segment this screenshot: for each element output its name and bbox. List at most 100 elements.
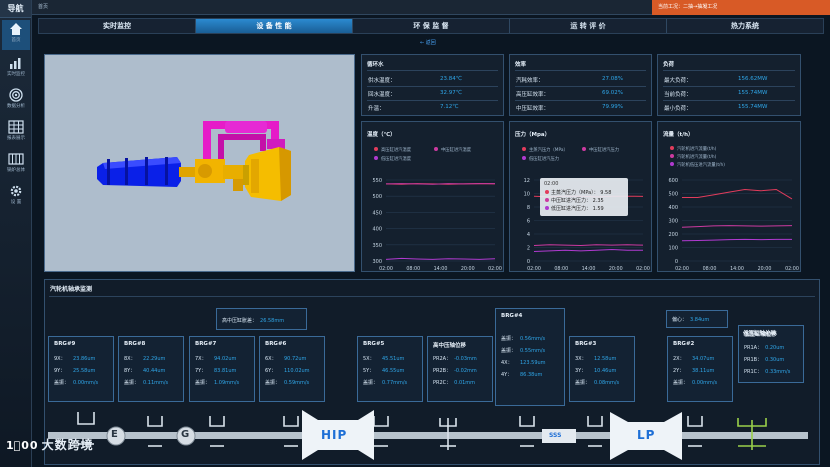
sidebar-item-boiler[interactable]: 锅炉总体 <box>2 150 30 180</box>
bearing-label: 2X： <box>673 356 685 362</box>
series-line <box>681 225 793 228</box>
sidebar-item-label: 锅炉总体 <box>7 168 25 173</box>
bearing-label: 盖振： <box>575 380 591 386</box>
bearing-value: 0.77mm/s <box>382 380 408 386</box>
y-tick-label: 350 <box>372 243 382 249</box>
x-tick-label: 08:00 <box>406 266 420 272</box>
table-icon <box>8 120 24 134</box>
bearing-row: 盖振： 0.08mm/s <box>575 379 619 386</box>
y-tick-label: 600 <box>668 178 678 184</box>
y-tick-label: 0 <box>675 259 678 265</box>
pressure-chart-panel: 压力（Mpa） 主蒸汽压力（MPa） 中压缸进汽压力 低压缸进汽压力 12 10 8 6 4 2… <box>509 121 652 272</box>
bearing-value: 86.38um <box>520 372 543 378</box>
bearing-row: 7Y： 83.81um <box>195 367 236 374</box>
kv-value: 26.58mm <box>260 318 285 324</box>
grid-icon <box>8 153 24 165</box>
tab-equipment-performance[interactable]: 设 备 性 能 <box>196 19 353 33</box>
legend-swatch <box>434 147 438 151</box>
legend-swatch <box>522 147 526 151</box>
bearing-label: PR2B： <box>433 368 452 374</box>
turbine-model-image <box>97 121 291 201</box>
kv-row: 回水温度： 32.97℃ <box>368 90 462 98</box>
bearing-value: 0.01mm <box>454 380 476 386</box>
bearing-label: 3Y： <box>575 368 587 374</box>
bearing-title: BRG#9 <box>54 341 76 347</box>
x-tick-label: 14:00 <box>730 266 744 272</box>
kv-value: 7.12℃ <box>440 104 459 110</box>
tab-operation-eval[interactable]: 运 转 评 价 <box>510 19 667 33</box>
kv-row: 最大负荷： 156.62MW <box>664 76 767 84</box>
bearing-row: 3Y： 10.46um <box>575 367 616 374</box>
top-bar: 首页 当前工况：二抽→抽凝工况 <box>32 0 830 15</box>
sidebar-item-reports[interactable]: 报表展示 <box>2 118 30 148</box>
legend-swatch <box>522 156 526 160</box>
bearing-row: PR1B： 0.30um <box>744 356 784 363</box>
sidebar-item-analysis[interactable]: 数据分析 <box>2 86 30 116</box>
bearing-value: -0.02mm <box>454 368 477 374</box>
bearing-value: 12.58um <box>594 356 617 362</box>
legend-label: 低压缸进汽温度 <box>381 155 412 162</box>
bearing-value: 94.02um <box>214 356 237 362</box>
y-tick-label: 100 <box>668 246 678 252</box>
bearing-row: 盖振： 0.55mm/s <box>501 347 545 354</box>
bearing-label: PR1B： <box>744 357 763 363</box>
sidebar-item-label: 报表展示 <box>7 136 25 141</box>
bearing-label: PR2A： <box>433 356 452 362</box>
sidebar-item-settings[interactable]: 设 置 <box>2 182 30 212</box>
bearing-value: 45.51um <box>382 356 405 362</box>
bearing-title: BRG#3 <box>575 341 597 347</box>
kv-label: 回水温度： <box>368 92 396 98</box>
tooltip-time: 02:00 <box>544 181 558 187</box>
legend-swatch <box>670 154 674 158</box>
sidebar-title: 导航 <box>0 0 31 18</box>
divider <box>367 86 498 87</box>
divider <box>367 100 498 101</box>
bearing-value: 0.55mm/s <box>520 348 546 354</box>
bearing-value: 40.44um <box>143 368 166 374</box>
tab-environment[interactable]: 环 保 监 督 <box>353 19 510 33</box>
tooltip-row: 低压缸进汽压力： 1.59 <box>551 205 604 212</box>
bearing-value: 0.59mm/s <box>284 380 310 386</box>
bearing-row: 2Y： 38.11um <box>673 367 714 374</box>
tab-realtime[interactable]: 实时监控 <box>39 19 196 33</box>
chart-svg: 主蒸汽压力（MPa） 中压缸进汽压力低压缸进汽压力12108642002:00 08… <box>522 146 650 272</box>
bearing-label: 盖振： <box>501 336 517 342</box>
y-tick-label: 10 <box>524 192 530 198</box>
bearing-label: 5Y： <box>363 368 375 374</box>
kv-row: 高中压缸胀差： 26.58mm <box>222 317 284 324</box>
bearing-row: 5X： 45.51um <box>363 355 404 362</box>
sidebar-item-label: 首页 <box>11 38 21 43</box>
back-link[interactable]: ← 返回 <box>420 39 436 46</box>
kv-row: 供水温度： 23.84℃ <box>368 76 462 84</box>
tooltip-row: 主蒸汽压力（MPa）： 9.58 <box>551 189 611 196</box>
lp-label: LP <box>637 428 656 442</box>
bearing-row: 盖振： 0.59mm/s <box>265 379 309 386</box>
sidebar-item-realtime[interactable]: 实时监控 <box>2 54 30 84</box>
kv-row: 汽耗效率： 27.08% <box>516 76 623 84</box>
tab-thermal-system[interactable]: 热力系统 <box>667 19 823 33</box>
kv-value: 155.74MW <box>738 104 768 110</box>
sidebar-item-home[interactable]: 首页 <box>2 20 30 50</box>
bearing-label: 3X： <box>575 356 587 362</box>
kv-value: 155.74MW <box>738 90 768 96</box>
bearing-row: 盖振： 1.09mm/s <box>195 379 239 386</box>
breadcrumb[interactable]: 首页 <box>38 3 48 10</box>
kv-value: 27.08% <box>602 76 623 82</box>
bearing-label: 盖振： <box>124 380 140 386</box>
legend-label: 汽轮机低压进汽流量(t/h) <box>677 161 725 168</box>
kv-label: 升温： <box>368 106 385 112</box>
bearing-label: PR2C： <box>433 380 452 386</box>
kv-value: 3.84um <box>690 317 710 323</box>
divider <box>515 70 646 71</box>
bearing-label: 8X： <box>124 356 136 362</box>
y-tick-label: 0 <box>527 259 530 265</box>
divider <box>515 100 646 101</box>
y-tick-label: 2 <box>527 246 530 252</box>
generator-label: G <box>181 429 190 440</box>
bearing-row: PR2A： -0.03mm <box>433 355 477 362</box>
legend-label: 中压缸进汽压力 <box>589 146 619 153</box>
bearing-row: 8Y： 40.44um <box>124 367 165 374</box>
kv-row: 升温： 7.12℃ <box>368 104 458 112</box>
sidebar-item-label: 设 置 <box>10 200 22 205</box>
bearing-row: 2X： 34.07um <box>673 355 714 362</box>
